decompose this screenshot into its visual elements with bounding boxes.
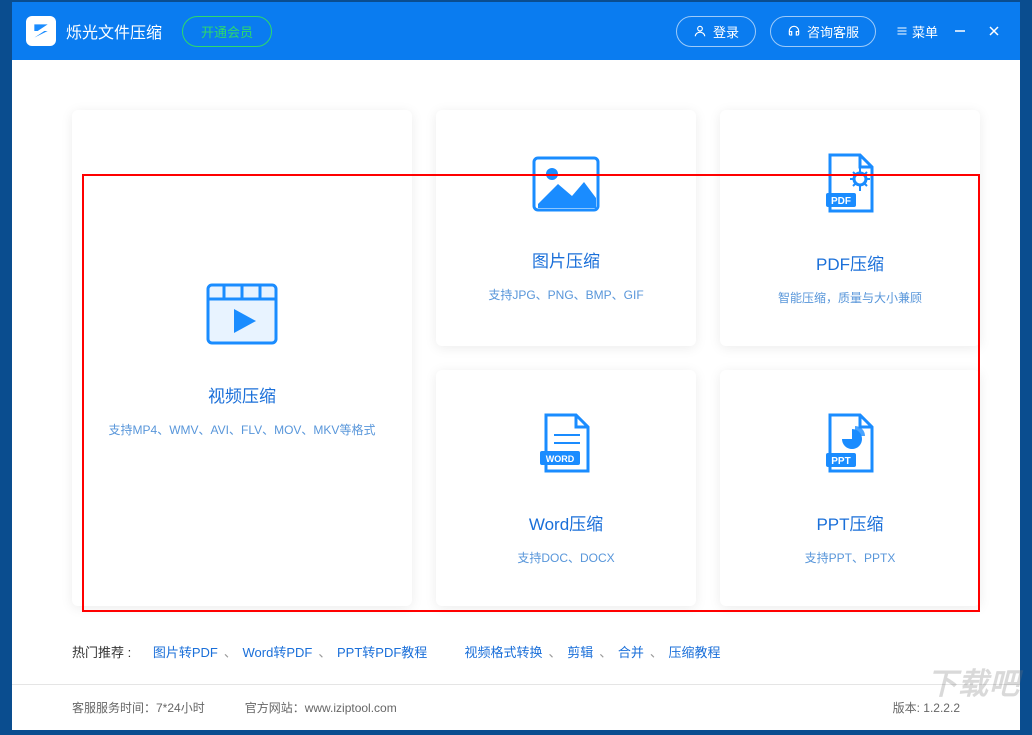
close-button[interactable] [982, 19, 1006, 43]
app-logo-icon [26, 16, 56, 46]
menu-button[interactable]: 菜单 [896, 22, 938, 41]
recommend-link[interactable]: 压缩教程 [669, 645, 721, 660]
card-ppt-compress[interactable]: PPT PPT压缩 支持PPT、PPTX [720, 370, 980, 606]
recommend-link[interactable]: 合并 [618, 645, 644, 660]
card-desc: 支持JPG、PNG、BMP、GIF [488, 286, 643, 303]
user-icon [693, 24, 707, 38]
video-icon [202, 279, 282, 354]
card-desc: 支持MP4、WMV、AVI、FLV、MOV、MKV等格式 [109, 421, 376, 438]
close-icon [988, 25, 1000, 37]
card-desc: 支持DOC、DOCX [517, 549, 614, 566]
card-desc: 智能压缩，质量与大小兼顾 [778, 289, 922, 306]
menu-icon [896, 25, 908, 37]
card-video-compress[interactable]: 视频压缩 支持MP4、WMV、AVI、FLV、MOV、MKV等格式 [72, 110, 412, 606]
card-title: PPT压缩 [816, 510, 883, 535]
ppt-icon: PPT [822, 411, 878, 482]
minimize-icon [954, 25, 966, 37]
headset-icon [787, 24, 801, 38]
login-label: 登录 [713, 22, 739, 41]
recommend-link[interactable]: 视频格式转换 [465, 645, 543, 660]
card-title: 图片压缩 [532, 247, 600, 272]
card-title: 视频压缩 [208, 382, 276, 407]
pdf-icon: PDF [822, 151, 878, 222]
svg-text:PDF: PDF [831, 196, 851, 207]
svg-text:WORD: WORD [546, 454, 575, 464]
footer: 客服服务时间：7*24小时 官方网站：www.iziptool.com 版本: … [12, 684, 1020, 730]
support-button[interactable]: 咨询客服 [770, 16, 876, 47]
menu-label: 菜单 [912, 22, 938, 41]
recommend-link[interactable]: 图片转PDF [153, 645, 218, 660]
recommend-link[interactable]: Word转PDF [243, 645, 313, 660]
feature-grid: 视频压缩 支持MP4、WMV、AVI、FLV、MOV、MKV等格式 图片压缩 支… [72, 110, 960, 606]
official-website: 官方网站：www.iziptool.com [245, 699, 397, 716]
card-title: Word压缩 [529, 510, 603, 535]
titlebar: 烁光文件压缩 开通会员 登录 咨询客服 菜单 [12, 2, 1020, 60]
recommend-label: 热门推荐 : [72, 645, 131, 660]
card-image-compress[interactable]: 图片压缩 支持JPG、PNG、BMP、GIF [436, 110, 696, 346]
content-area: 视频压缩 支持MP4、WMV、AVI、FLV、MOV、MKV等格式 图片压缩 支… [12, 60, 1020, 684]
image-icon [530, 154, 602, 219]
svg-text:PPT: PPT [831, 456, 850, 467]
word-icon: WORD [538, 411, 594, 482]
minimize-button[interactable] [948, 19, 972, 43]
service-time: 客服服务时间：7*24小时 [72, 699, 205, 716]
card-desc: 支持PPT、PPTX [805, 549, 896, 566]
version-label: 版本: 1.2.2.2 [893, 699, 960, 716]
app-title: 烁光文件压缩 [66, 19, 162, 43]
app-window: 烁光文件压缩 开通会员 登录 咨询客服 菜单 [12, 2, 1020, 730]
recommend-bar: 热门推荐 : 图片转PDF、 Word转PDF、 PPT转PDF教程 视频格式转… [72, 642, 960, 661]
support-label: 咨询客服 [807, 22, 859, 41]
card-word-compress[interactable]: WORD Word压缩 支持DOC、DOCX [436, 370, 696, 606]
card-pdf-compress[interactable]: PDF PDF压缩 智能压缩，质量与大小兼顾 [720, 110, 980, 346]
login-button[interactable]: 登录 [676, 16, 756, 47]
vip-button[interactable]: 开通会员 [182, 16, 272, 47]
card-title: PDF压缩 [816, 250, 884, 275]
recommend-link[interactable]: 剪辑 [567, 645, 593, 660]
recommend-link[interactable]: PPT转PDF教程 [337, 645, 427, 660]
